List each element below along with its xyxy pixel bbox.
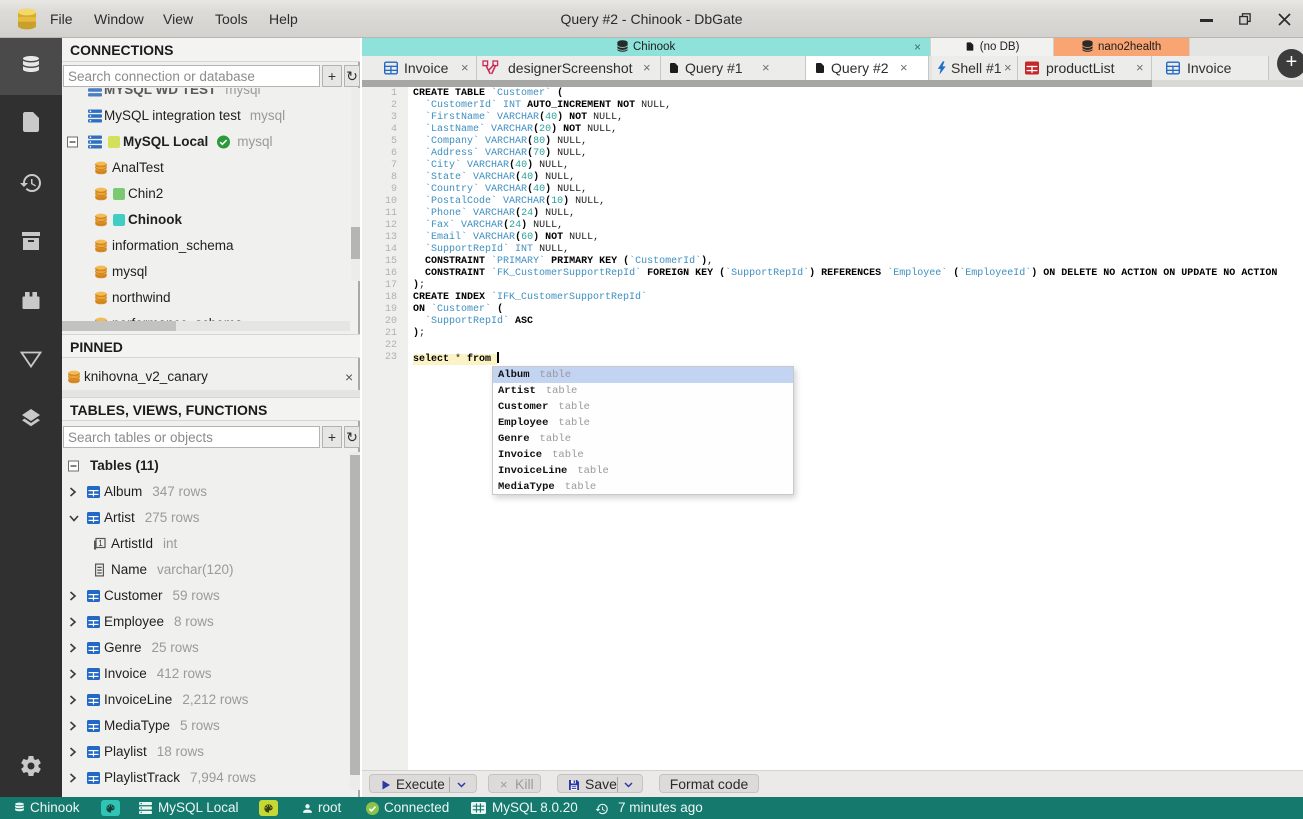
svg-text:1: 1 bbox=[98, 539, 103, 548]
